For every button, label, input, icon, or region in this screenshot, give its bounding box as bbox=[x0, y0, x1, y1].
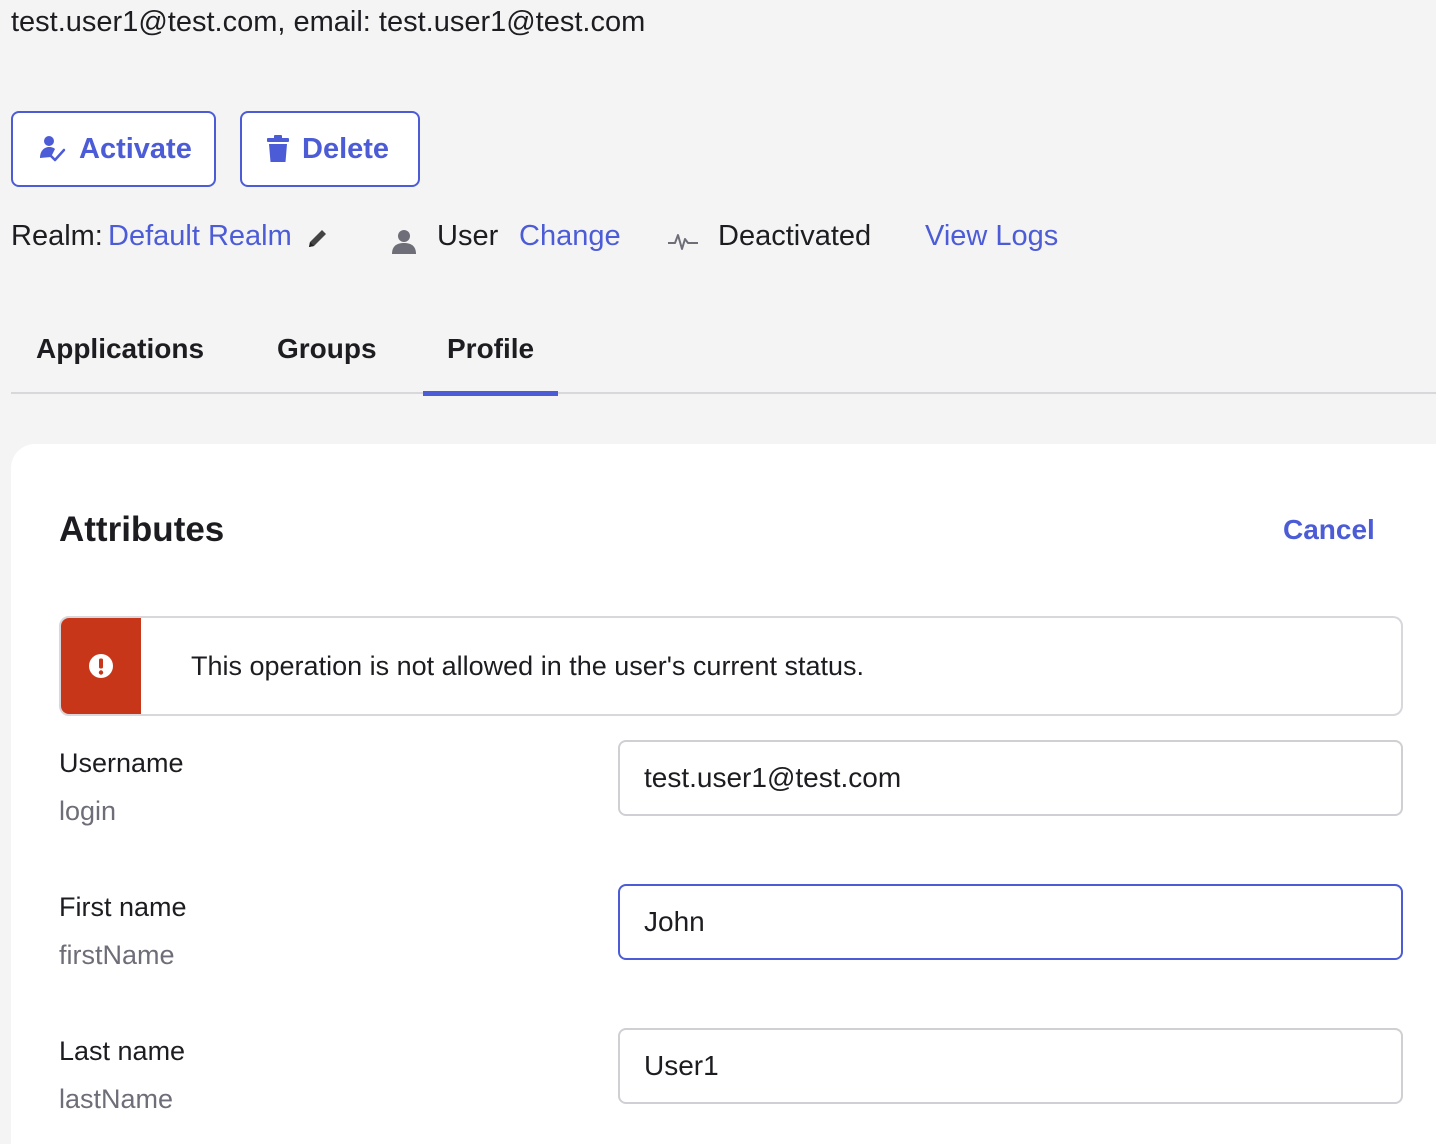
alert-message: This operation is not allowed in the use… bbox=[191, 651, 864, 681]
error-exclamation-icon bbox=[89, 654, 113, 678]
attributes-card: Attributes Cancel This operation is not … bbox=[11, 444, 1436, 1144]
cancel-link[interactable]: Cancel bbox=[1283, 514, 1375, 546]
status-text: Deactivated bbox=[718, 220, 872, 252]
activate-button[interactable]: Activate bbox=[11, 111, 216, 187]
error-alert: This operation is not allowed in the use… bbox=[59, 616, 1403, 716]
last-name-input[interactable] bbox=[618, 1028, 1403, 1104]
card-title: Attributes bbox=[59, 510, 225, 549]
username-sublabel: login bbox=[59, 796, 117, 826]
user-check-icon bbox=[40, 136, 66, 162]
realm-link[interactable]: Default Realm bbox=[108, 214, 292, 258]
username-label: Username bbox=[59, 748, 184, 778]
change-type-link[interactable]: Change bbox=[519, 214, 621, 258]
activity-pulse-icon bbox=[668, 234, 698, 250]
page-header-title: test.user1@test.com, email: test.user1@t… bbox=[11, 6, 646, 38]
alert-side-bar bbox=[61, 618, 141, 714]
user-icon bbox=[392, 230, 416, 254]
tab-profile[interactable]: Profile bbox=[422, 318, 559, 396]
tab-bar: Applications Groups Profile bbox=[11, 318, 1436, 396]
pencil-icon[interactable] bbox=[306, 226, 330, 250]
user-meta-row: Realm: Default Realm User Change Deactiv… bbox=[11, 214, 1211, 258]
tab-groups[interactable]: Groups bbox=[277, 318, 377, 394]
view-logs-link[interactable]: View Logs bbox=[925, 214, 1058, 258]
delete-button[interactable]: Delete bbox=[240, 111, 420, 187]
user-type-label: User bbox=[437, 220, 499, 252]
trash-icon bbox=[267, 135, 289, 162]
first-name-input[interactable] bbox=[618, 884, 1403, 960]
username-input[interactable] bbox=[618, 740, 1403, 816]
last-name-sublabel: lastName bbox=[59, 1084, 174, 1114]
tab-applications[interactable]: Applications bbox=[36, 318, 204, 394]
delete-button-label: Delete bbox=[302, 132, 390, 165]
activate-button-label: Activate bbox=[79, 132, 192, 165]
first-name-label: First name bbox=[59, 892, 187, 922]
realm-label: Realm: bbox=[11, 220, 103, 252]
first-name-sublabel: firstName bbox=[59, 940, 175, 970]
last-name-label: Last name bbox=[59, 1036, 186, 1066]
